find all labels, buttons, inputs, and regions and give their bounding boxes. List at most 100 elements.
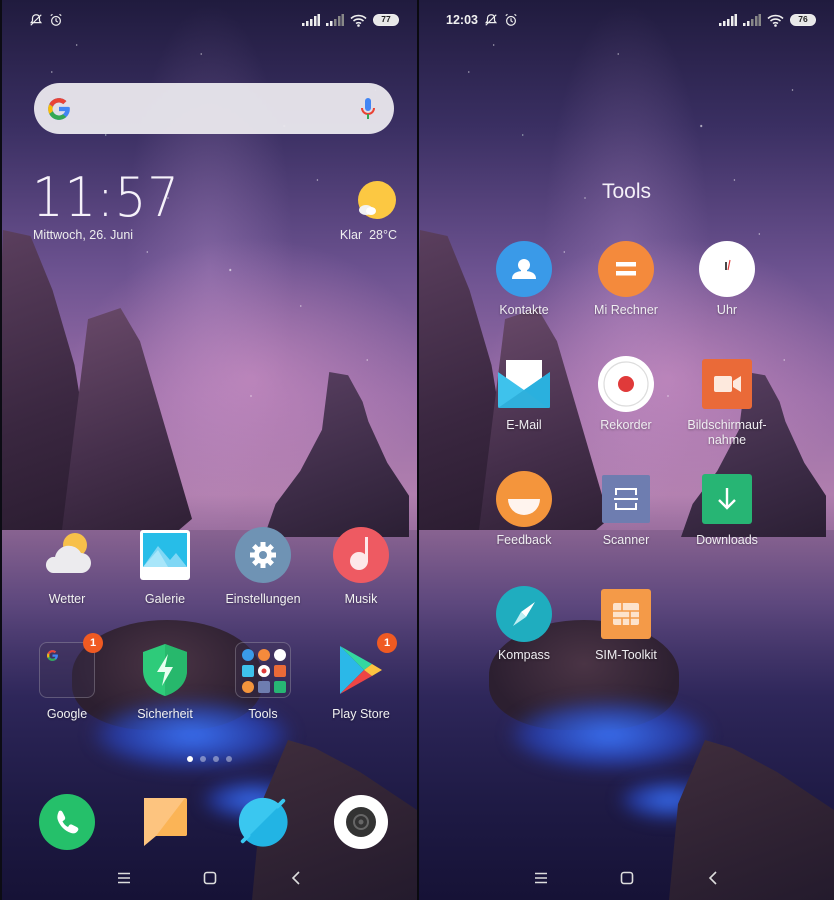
status-bar: 77 [2,0,417,40]
app-einstellungen[interactable]: Einstellungen [215,527,311,607]
home-icon [203,871,216,885]
home-screen: 77 11:57 Mittwoch, 26. Juni Klar 28°C We… [2,0,417,900]
app-kontakte[interactable]: Kontakte [474,241,574,318]
dock-messages[interactable] [117,794,213,850]
browser-icon [238,797,288,847]
app-uhr[interactable]: Uhr [677,241,777,318]
app-label: Galerie [144,592,186,606]
google-search-bar[interactable] [34,83,394,134]
calculator-icon [598,241,654,297]
recorder-icon [598,356,654,412]
status-time: 12:03 [446,13,478,27]
home-button[interactable] [584,858,670,898]
app-label: Sicherheit [137,707,193,721]
app-label: Tools [248,707,278,721]
back-button[interactable] [253,858,339,898]
email-icon [498,360,550,408]
app-label: Wetter [48,592,86,606]
app-label: Scanner [602,533,650,547]
page-dot-3[interactable] [213,756,219,762]
app-scanner[interactable]: Scanner [576,471,676,548]
wallpaper [2,0,417,900]
dock-phone[interactable] [19,794,115,850]
app-label: Play Store [332,707,390,721]
back-icon [291,871,300,885]
app-label: Bildschirmauf- nahme [687,418,767,447]
play-store-icon [340,646,382,694]
weather-temperature: 28°C [369,228,397,242]
app-musik[interactable]: Musik [313,527,409,607]
signal-sim2-icon [743,14,761,26]
wallpaper [419,0,834,900]
compass-icon [496,586,552,642]
recent-apps-button[interactable] [498,858,584,898]
weather-summary[interactable]: Klar 28°C [340,228,397,242]
app-label: Downloads [696,533,758,547]
app-feedback[interactable]: Feedback [474,471,574,548]
app-kompass[interactable]: Kompass [474,586,574,663]
page-indicator[interactable] [2,756,417,762]
folder-title[interactable]: Tools [419,180,834,204]
security-icon [143,644,187,696]
notifications-off-icon [29,14,43,26]
status-bar: 12:03 76 [419,0,834,40]
app-label: Google [46,707,88,721]
phone-icon [39,794,95,850]
weather-sun-icon[interactable] [356,180,398,222]
app-sim-toolkit[interactable]: SIM-Toolkit [576,586,676,663]
music-icon [333,527,389,583]
battery-indicator: 77 [373,14,399,26]
folder-tools[interactable]: Tools [215,642,311,722]
app-bildschirmaufnahme[interactable]: Bildschirmauf- nahme [677,356,777,448]
contacts-icon [496,241,552,297]
tools-folder-screen: 12:03 76 Tools Kontakte Mi Rechner Uhr E… [419,0,834,900]
signal-sim1-icon [302,14,320,26]
sim-toolkit-icon [601,589,651,639]
dock-browser[interactable] [215,794,311,850]
tools-folder-icon [235,642,291,698]
app-galerie[interactable]: Galerie [117,527,213,607]
app-sicherheit[interactable]: Sicherheit [117,642,213,722]
app-rekorder[interactable]: Rekorder [576,356,676,433]
wifi-icon [767,14,784,27]
navigation-bar [419,856,834,900]
google-mini-icon [47,650,58,661]
app-e-mail[interactable]: E-Mail [474,356,574,433]
back-button[interactable] [670,858,756,898]
folder-google[interactable]: 1 Google [19,633,115,722]
page-dot-4[interactable] [226,756,232,762]
microphone-icon[interactable] [360,97,376,121]
app-label: Mi Rechner [594,303,658,317]
google-logo-icon [48,97,70,120]
back-icon [708,871,717,885]
notification-badge: 1 [83,633,103,653]
app-label: Musik [344,592,378,606]
wifi-icon [350,14,367,27]
dock-camera[interactable] [313,794,409,850]
gallery-icon [140,530,190,580]
page-dot-2[interactable] [200,756,206,762]
signal-sim1-icon [719,14,737,26]
home-icon [620,871,633,885]
alarm-icon [50,13,62,26]
alarm-icon [505,13,517,26]
notification-badge: 1 [377,633,397,653]
clock-icon [699,241,755,297]
screen-recorder-icon [702,359,752,409]
recent-apps-button[interactable] [81,858,167,898]
app-play-store[interactable]: 1 Play Store [313,633,409,722]
app-label: E-Mail [506,418,542,432]
app-label: Einstellungen [225,592,301,606]
app-label: Kompass [497,648,551,662]
messages-icon [144,798,187,846]
app-mi-rechner[interactable]: Mi Rechner [576,241,676,318]
menu-icon [534,872,547,884]
clock-date[interactable]: Mittwoch, 26. Juni [33,228,133,242]
page-dot-1[interactable] [187,756,193,762]
clock-time[interactable]: 11:57 [32,166,180,229]
navigation-bar [2,856,417,900]
app-label: Kontakte [499,303,549,317]
app-wetter[interactable]: Wetter [19,527,115,607]
app-downloads[interactable]: Downloads [677,471,777,548]
home-button[interactable] [167,858,253,898]
